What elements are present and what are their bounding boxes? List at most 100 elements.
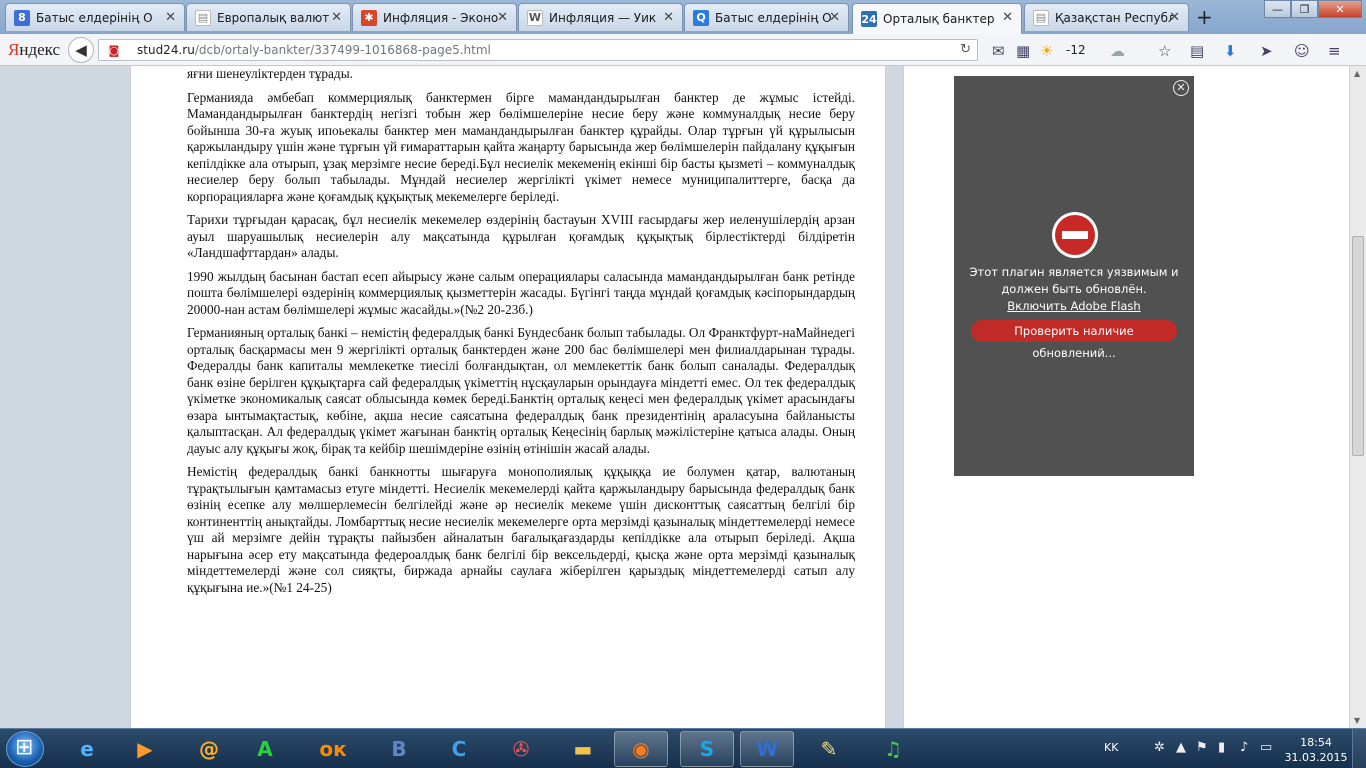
send-icon[interactable]: ➤ <box>1260 42 1273 60</box>
taskbar-firefox-icon[interactable]: ◉ <box>614 731 668 767</box>
taskbar-tool-icon[interactable]: ✇ <box>494 731 548 767</box>
scroll-down-icon[interactable]: ▼ <box>1354 716 1360 725</box>
colorful-logo-icon: ✱ <box>361 9 377 26</box>
g-icon: 8 <box>14 9 30 26</box>
restore-button[interactable]: ❐ <box>1291 0 1318 18</box>
mail-icon[interactable]: ✉ <box>992 42 1005 60</box>
taskbar-ccleaner-icon[interactable]: C <box>432 731 486 767</box>
back-button[interactable]: ◀ <box>68 37 94 63</box>
smiley-icon[interactable]: ☺ <box>1294 42 1310 60</box>
sidebar-column: ✕ Этот плагин является уязвимым и должен… <box>903 66 1349 728</box>
tab-label: Қазақстан Республ <box>1055 10 1173 25</box>
tab-4[interactable]: Q Батыс елдерінің О ✕ <box>684 3 849 31</box>
scroll-up-icon[interactable]: ▲ <box>1354 69 1360 78</box>
page-scrollbar[interactable]: ▲ ▼ <box>1349 66 1366 728</box>
reload-icon[interactable]: ↻ <box>960 42 971 57</box>
navigation-bar: Яндекс ◀ ◙ stud24.ru/dcb/ortaly-bankter/… <box>0 34 1366 66</box>
taskbar-skype-icon[interactable]: S <box>680 731 734 767</box>
brand-first-letter: Я <box>8 40 20 59</box>
clock-date[interactable]: 31.03.2015 <box>1282 751 1350 764</box>
cloud-icon[interactable]: ☁ <box>1110 42 1125 60</box>
tab-label: Европалық валют <box>217 10 330 25</box>
tab-3[interactable]: W Инфляция — Уик ✕ <box>518 3 683 31</box>
taskbar-mail-agent-icon[interactable]: @ <box>182 731 236 767</box>
network-icon[interactable]: ▮ <box>1218 740 1225 755</box>
taskbar-green-a-icon[interactable]: A <box>238 731 292 767</box>
volume-icon[interactable]: ♪ <box>1240 740 1248 755</box>
download-icon[interactable]: ⬇ <box>1224 42 1237 60</box>
article-paragraph: Немістің федералдық банкі банкнотты шыға… <box>187 464 855 595</box>
weather-temperature[interactable]: -12 <box>1066 43 1086 57</box>
article-paragraph: Тарихи тұрғыдан қарасақ, бұл несиелік ме… <box>187 212 855 260</box>
display-icon[interactable]: ▭ <box>1260 740 1272 755</box>
close-icon[interactable]: ✕ <box>497 10 508 25</box>
taskbar-paint-icon[interactable]: ✎ <box>802 731 856 767</box>
tab-1[interactable]: ▤ Европалық валют ✕ <box>186 3 351 31</box>
tab-5-active[interactable]: 24 Орталық банктер ✕ <box>852 3 1022 34</box>
article-paragraph: 1990 жылдың басынан бастап есеп айырысу … <box>187 268 855 317</box>
taskbar-vkontakte-icon[interactable]: B <box>372 731 426 767</box>
browser-brand[interactable]: Яндекс <box>8 40 60 60</box>
site-info-icon[interactable]: ◙ <box>105 44 123 57</box>
document-icon: ▤ <box>195 9 211 26</box>
flash-plugin-placeholder: ✕ Этот плагин является уязвимым и должен… <box>954 76 1194 476</box>
weather-sun-icon[interactable]: ☀ <box>1040 42 1053 60</box>
taskbar: e▶ @Aок BC✇▬◉ SW✎ ♫ KK ✲ ▲ ⚑ ▮ ♪ ▭ 18:54 31.… <box>0 728 1366 768</box>
tab-strip: 8 Батыс елдерінің О ✕ ▤ Европалық валют … <box>0 0 1366 34</box>
blocked-icon <box>1052 212 1098 258</box>
taskbar-odnoklassniki-icon[interactable]: ок <box>306 731 360 767</box>
close-icon[interactable]: ✕ <box>331 10 342 25</box>
tab-0[interactable]: 8 Батыс елдерінің О ✕ <box>5 3 185 31</box>
menu-icon[interactable]: ≡ <box>1328 42 1341 60</box>
arrow-left-icon: ◀ <box>75 41 87 59</box>
url-path: /dcb/ortaly-bankter/337499-1016868-page5… <box>194 43 491 57</box>
new-tab-button[interactable]: + <box>1196 5 1213 29</box>
tab-label: Батыс елдерінің О <box>36 10 153 25</box>
tab-6[interactable]: ▤ Қазақстан Республ ✕ <box>1024 3 1189 31</box>
article-text: яғни шенеуліктерден тұрады. Германияда ә… <box>187 66 855 603</box>
flash-warning-text: Этот плагин является уязвимым и должен б… <box>954 264 1194 298</box>
chevron-up-icon[interactable]: ▲ <box>1176 740 1186 755</box>
window-controls: — ❐ ✕ <box>1264 0 1362 18</box>
close-icon[interactable]: ✕ <box>829 10 840 25</box>
taskbar-word-icon[interactable]: W <box>740 731 794 767</box>
show-desktop-button[interactable] <box>1352 729 1366 768</box>
address-bar[interactable]: ◙ stud24.ru/dcb/ortaly-bankter/337499-10… <box>98 39 978 61</box>
close-icon[interactable]: ✕ <box>663 10 674 25</box>
flash-warning-line: должен быть обновлён. <box>1001 282 1147 296</box>
search-icon: Q <box>693 9 709 26</box>
flag-icon[interactable]: ⚑ <box>1196 740 1208 755</box>
article-paragraph: Германияда әмбебап коммерциялық банктерм… <box>187 89 855 204</box>
article-lead: яғни шенеуліктерден тұрады. <box>187 66 353 81</box>
brand-rest: ндекс <box>19 40 61 59</box>
bookmarks-icon[interactable]: ▤ <box>1190 42 1204 60</box>
article-paragraph: Германияның орталық банкі – немістің фед… <box>187 325 855 456</box>
star-icon[interactable]: ☆ <box>1158 42 1171 60</box>
taskbar-media-player-icon[interactable]: ▶ <box>118 731 172 767</box>
tray-app-icon[interactable]: ✲ <box>1154 740 1165 755</box>
page-viewport: яғни шенеуліктерден тұрады. Германияда ә… <box>0 66 1366 728</box>
scrollbar-thumb[interactable] <box>1352 236 1364 456</box>
minimize-button[interactable]: — <box>1264 0 1291 18</box>
document-icon: ▤ <box>1033 9 1049 26</box>
tab-label: Батыс елдерінің О <box>715 10 832 25</box>
enable-flash-link[interactable]: Включить Adobe Flash <box>954 299 1194 313</box>
taskbar-ie-icon[interactable]: e <box>60 731 114 767</box>
article-column: яғни шенеуліктерден тұрады. Германияда ә… <box>130 66 1017 728</box>
tab-label: Инфляция — Уик <box>549 10 657 25</box>
tab-label: Инфляция - Эконо <box>383 10 499 25</box>
close-icon[interactable]: ✕ <box>1002 10 1013 25</box>
close-icon[interactable]: ✕ <box>1169 10 1180 25</box>
clock-time[interactable]: 18:54 <box>1282 736 1350 749</box>
tab-2[interactable]: ✱ Инфляция - Эконо ✕ <box>352 3 517 31</box>
taskbar-explorer-icon[interactable]: ▬ <box>556 731 610 767</box>
start-button[interactable] <box>6 731 44 767</box>
check-updates-button[interactable]: Проверить наличие обновлений... <box>971 320 1177 360</box>
tray-app-icon[interactable]: ▦ <box>1016 42 1030 60</box>
taskbar-music-icon[interactable]: ♫ <box>866 731 920 767</box>
close-icon[interactable]: ✕ <box>1173 80 1189 96</box>
tab-label: Орталық банктер <box>883 12 995 26</box>
close-icon[interactable]: ✕ <box>165 10 176 25</box>
close-window-button[interactable]: ✕ <box>1318 0 1362 18</box>
language-indicator[interactable]: KK <box>1104 741 1118 754</box>
